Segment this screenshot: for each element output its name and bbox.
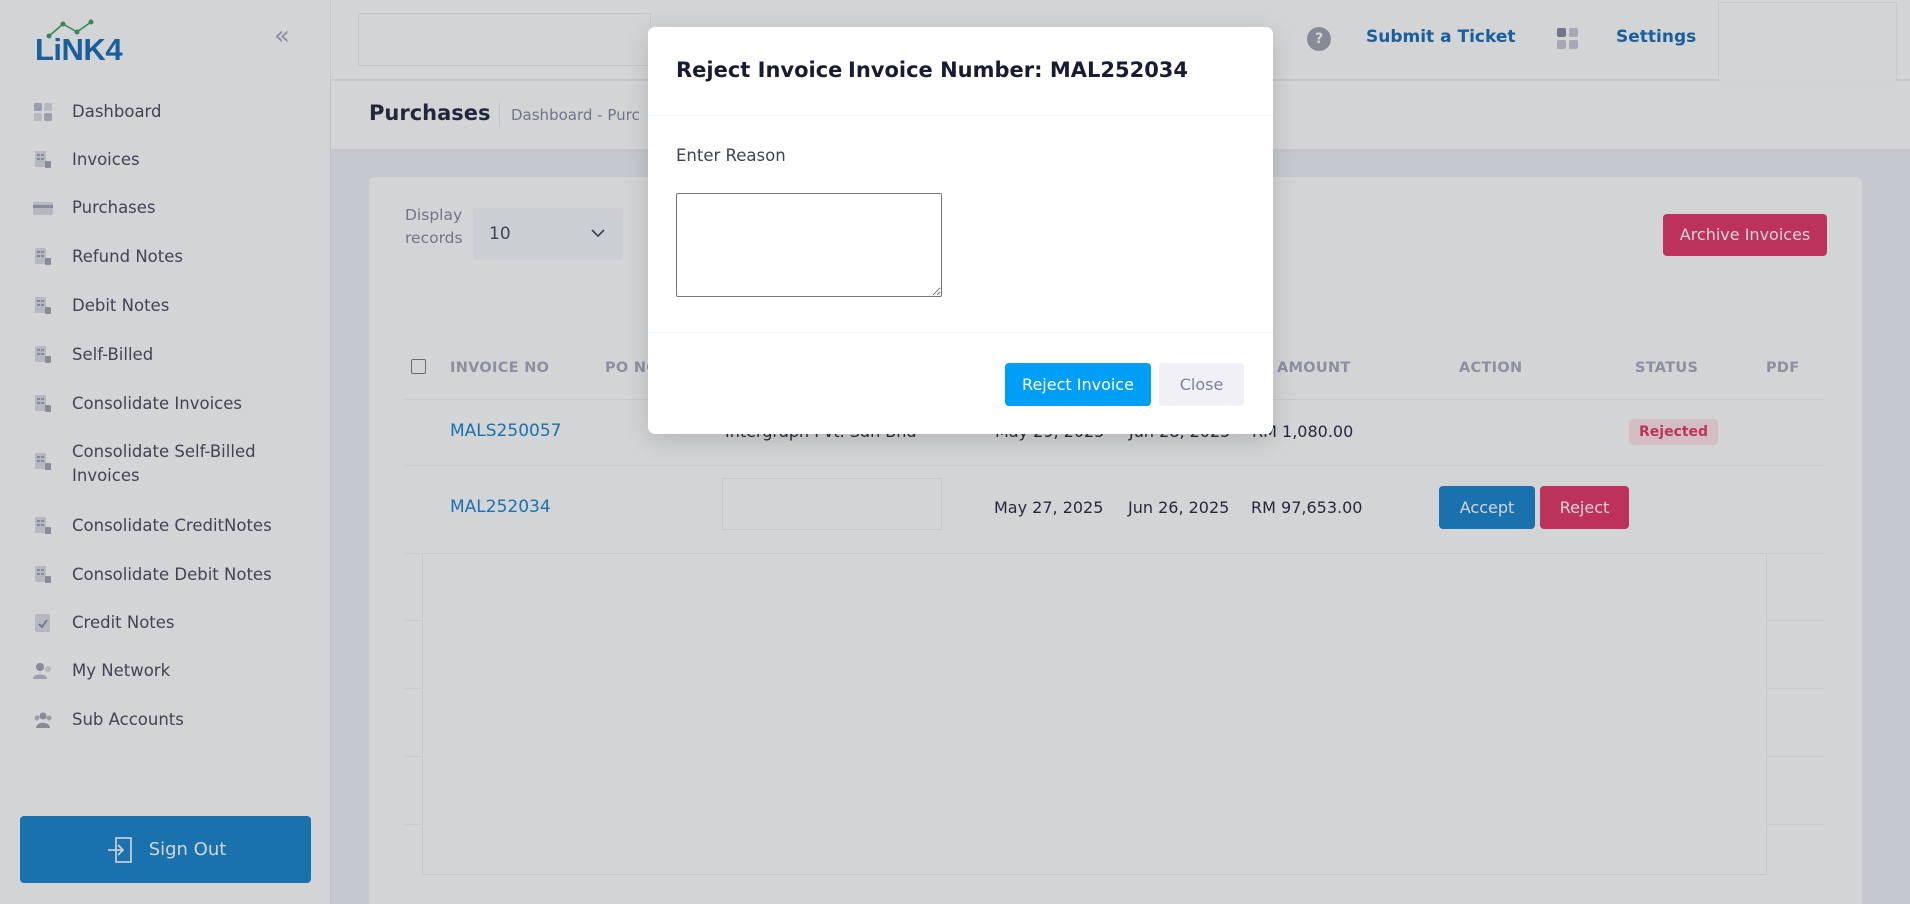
reject-invoice-submit-button[interactable]: Reject Invoice (1005, 363, 1151, 406)
modal-header: Reject Invoice Invoice Number: MAL252034 (648, 27, 1273, 116)
modal-footer-divider (648, 332, 1273, 333)
modal-title: Reject Invoice (676, 58, 843, 82)
modal-invoice-number: Invoice Number: MAL252034 (848, 58, 1189, 82)
close-modal-button[interactable]: Close (1159, 363, 1244, 406)
reason-label: Enter Reason (676, 146, 786, 165)
reject-invoice-modal: Reject Invoice Invoice Number: MAL252034… (648, 27, 1273, 434)
reason-textarea[interactable] (676, 193, 942, 297)
